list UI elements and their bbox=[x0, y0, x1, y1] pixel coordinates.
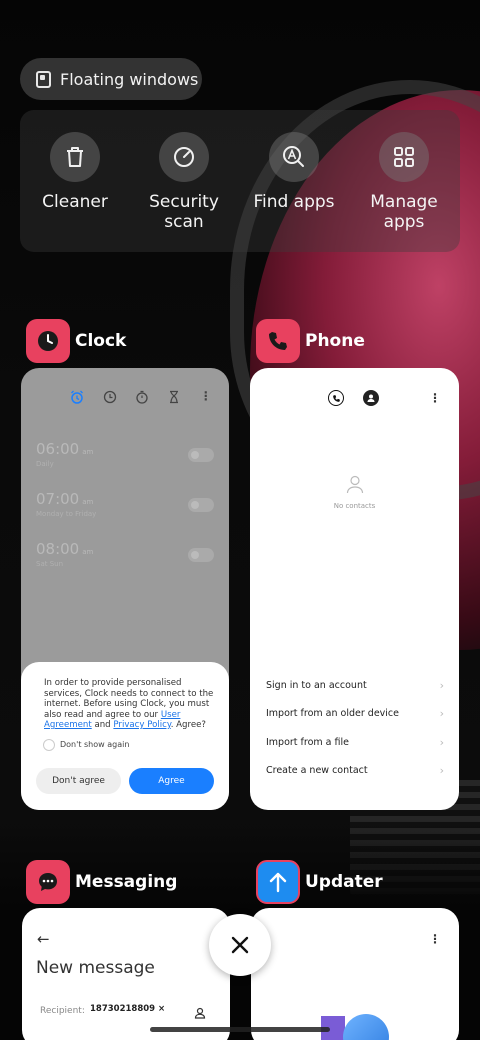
manage-apps-button[interactable]: Manage apps bbox=[349, 132, 459, 232]
manage-apps-label: Manage apps bbox=[370, 192, 438, 232]
updater-app-name: Updater bbox=[305, 872, 383, 892]
alarm-repeat: Monday to Friday bbox=[36, 510, 97, 518]
search-app-icon bbox=[269, 132, 319, 182]
recipient-label: Recipient: bbox=[40, 1006, 85, 1016]
phone-app-header[interactable]: Phone bbox=[256, 319, 365, 363]
quick-actions-panel: Cleaner Security scan Find apps Manage a… bbox=[20, 110, 460, 252]
alarm-ampm: am bbox=[82, 448, 94, 456]
contact-picker-icon[interactable] bbox=[194, 1004, 206, 1023]
recipient-chip[interactable]: 18730218809 × bbox=[90, 1004, 165, 1014]
more-options-icon[interactable]: ⋮ bbox=[429, 391, 441, 405]
alarm-row[interactable]: 06:00 am Daily bbox=[36, 440, 214, 480]
empty-contacts: No contacts bbox=[250, 474, 459, 510]
alarm-toggle[interactable] bbox=[188, 448, 214, 462]
phone-app-name: Phone bbox=[305, 331, 365, 351]
alarm-toggle[interactable] bbox=[188, 548, 214, 562]
clock-app-name: Clock bbox=[75, 331, 127, 351]
alarm-tab-icon[interactable] bbox=[70, 390, 84, 404]
contacts-tab-icon[interactable] bbox=[363, 390, 379, 406]
create-contact-option[interactable]: Create a new contact › bbox=[266, 764, 444, 777]
world-clock-tab-icon[interactable] bbox=[103, 390, 117, 404]
alarm-ampm: am bbox=[82, 498, 94, 506]
back-arrow-icon[interactable]: ← bbox=[37, 930, 50, 948]
import-older-device-option[interactable]: Import from an older device › bbox=[266, 707, 444, 720]
security-scan-button[interactable]: Security scan bbox=[129, 132, 239, 232]
more-options-icon[interactable]: ⋮ bbox=[429, 932, 441, 946]
updater-app-icon bbox=[256, 860, 300, 904]
dont-show-again-label: Don't show again bbox=[60, 740, 130, 749]
phone-app-icon bbox=[256, 319, 300, 363]
more-options-icon[interactable]: ⋮ bbox=[200, 390, 212, 404]
messaging-app-icon bbox=[26, 860, 70, 904]
import-file-option[interactable]: Import from a file › bbox=[266, 736, 444, 749]
alarm-repeat: Daily bbox=[36, 460, 54, 468]
find-apps-label: Find apps bbox=[253, 192, 335, 212]
dont-show-again-checkbox[interactable]: Don't show again bbox=[43, 738, 215, 751]
updater-illustration-circle bbox=[343, 1014, 389, 1040]
consent-message: In order to provide personalised service… bbox=[44, 678, 214, 730]
sign-in-option[interactable]: Sign in to an account › bbox=[266, 679, 444, 692]
timer-tab-icon[interactable] bbox=[167, 390, 181, 404]
clock-app-header[interactable]: Clock bbox=[26, 319, 126, 363]
close-all-button[interactable] bbox=[209, 914, 271, 976]
agree-button[interactable]: Agree bbox=[129, 768, 214, 794]
find-apps-button[interactable]: Find apps bbox=[239, 132, 349, 212]
clock-app-icon bbox=[26, 319, 70, 363]
no-contacts-label: No contacts bbox=[333, 502, 376, 510]
person-icon bbox=[346, 475, 363, 494]
close-icon bbox=[231, 936, 249, 954]
cleaner-label: Cleaner bbox=[42, 192, 108, 212]
phone-app-card[interactable]: ⋮ No contacts Sign in to an account › Imp… bbox=[250, 368, 459, 810]
checkbox-circle bbox=[43, 738, 55, 751]
clock-app-card[interactable]: ⋮ 06:00 am Daily 07:00 am Monday to Friday… bbox=[21, 368, 229, 810]
security-scan-label: Security scan bbox=[149, 192, 219, 232]
gauge-icon bbox=[159, 132, 209, 182]
dont-agree-button[interactable]: Don't agree bbox=[36, 768, 121, 794]
clock-toolbar: ⋮ bbox=[61, 390, 221, 404]
cleaner-button[interactable]: Cleaner bbox=[20, 132, 130, 212]
updater-app-header[interactable]: Updater bbox=[256, 860, 383, 904]
call-log-tab-icon[interactable] bbox=[328, 390, 344, 406]
messaging-app-header[interactable]: Messaging bbox=[26, 860, 177, 904]
trash-icon bbox=[50, 132, 100, 182]
chevron-right-icon: › bbox=[439, 764, 444, 777]
grid-icon bbox=[379, 132, 429, 182]
floating-windows-label: Floating windows bbox=[60, 69, 199, 89]
privacy-policy-link[interactable]: Privacy Policy bbox=[113, 720, 170, 730]
consent-dialog: In order to provide personalised service… bbox=[21, 662, 229, 810]
alarm-row[interactable]: 08:00 am Sat Sun bbox=[36, 540, 214, 580]
floating-window-icon bbox=[36, 70, 51, 88]
messaging-app-card[interactable]: ← New message Recipient: 18730218809 × bbox=[22, 908, 230, 1040]
home-indicator[interactable] bbox=[150, 1027, 330, 1032]
chevron-right-icon: › bbox=[439, 679, 444, 692]
alarm-row[interactable]: 07:00 am Monday to Friday bbox=[36, 490, 214, 530]
messaging-app-name: Messaging bbox=[75, 872, 178, 892]
alarm-toggle[interactable] bbox=[188, 498, 214, 512]
chevron-right-icon: › bbox=[439, 736, 444, 749]
chevron-right-icon: › bbox=[439, 707, 444, 720]
alarm-time: 08:00 bbox=[36, 540, 80, 558]
alarm-ampm: am bbox=[82, 548, 94, 556]
alarm-repeat: Sat Sun bbox=[36, 560, 64, 568]
updater-app-card[interactable]: ⋮ bbox=[251, 908, 459, 1040]
new-message-title: New message bbox=[36, 958, 155, 978]
alarm-time: 07:00 bbox=[36, 490, 80, 508]
stopwatch-tab-icon[interactable] bbox=[135, 390, 149, 404]
alarm-time: 06:00 bbox=[36, 440, 80, 458]
floating-windows-button[interactable]: Floating windows bbox=[20, 58, 202, 100]
